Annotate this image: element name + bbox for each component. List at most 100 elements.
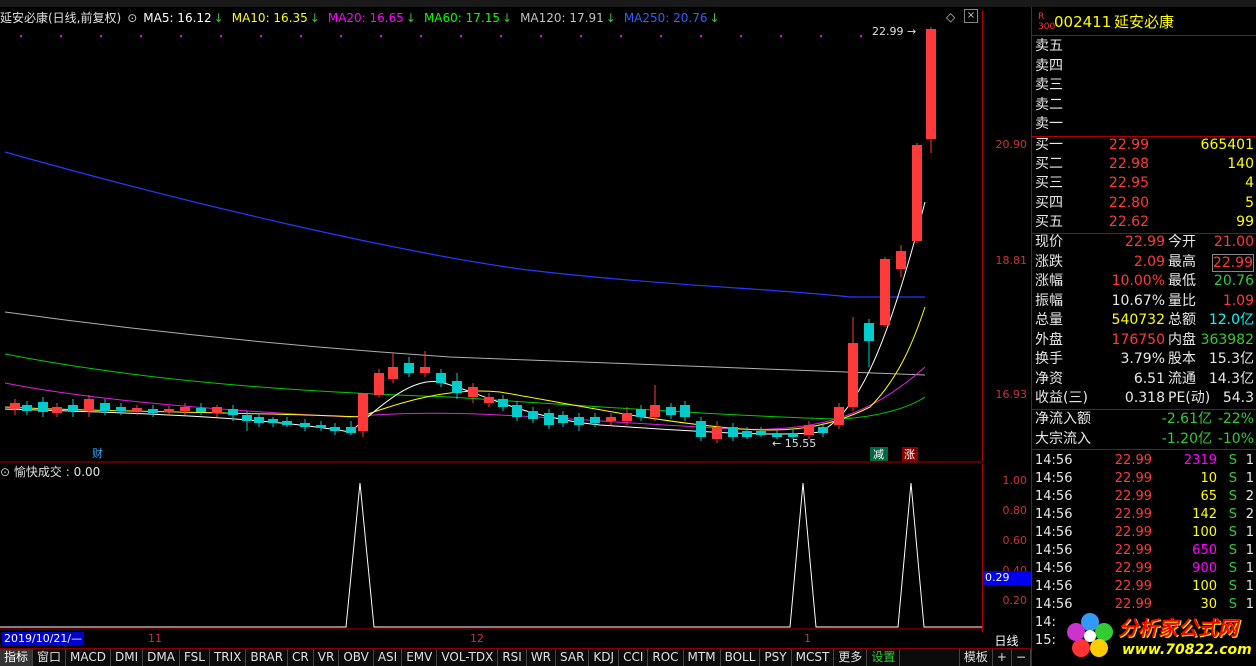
buy-level-row[interactable]: 买五 22.62 99 <box>1032 213 1256 232</box>
candle-body[interactable] <box>804 425 814 435</box>
candle-body[interactable] <box>358 393 368 431</box>
tab-item[interactable]: 指标 <box>0 649 34 666</box>
candle-body[interactable] <box>880 259 890 325</box>
tab-item[interactable]: 更多 <box>834 649 868 666</box>
settings-circle-icon[interactable]: ⊙ <box>0 465 10 479</box>
tab-item[interactable]: PSY <box>760 649 792 666</box>
candle-body[interactable] <box>404 363 414 373</box>
sell-level-row[interactable]: 卖五 <box>1032 37 1256 56</box>
candle-body[interactable] <box>544 413 554 425</box>
candle-body[interactable] <box>756 431 766 435</box>
reduce-marker[interactable]: 减 <box>873 448 884 461</box>
tab-item[interactable]: 窗口 <box>33 649 67 666</box>
tab-item[interactable]: ROC <box>648 649 684 666</box>
candle-body[interactable] <box>680 405 690 417</box>
candle-body[interactable] <box>10 403 20 409</box>
candle-body[interactable] <box>650 405 660 417</box>
diamond-icon[interactable]: ◇ <box>946 10 955 24</box>
candle-body[interactable] <box>346 427 356 433</box>
candle-body[interactable] <box>926 29 936 139</box>
tab-item[interactable]: VR <box>314 649 340 666</box>
tab-item[interactable]: 设置 <box>867 649 901 666</box>
tab-item[interactable]: DMA <box>143 649 180 666</box>
tab-item[interactable]: RSI <box>498 649 527 666</box>
sell-level-row[interactable]: 卖二 <box>1032 96 1256 115</box>
candle-body[interactable] <box>452 381 462 393</box>
tab-item[interactable]: BOLL <box>721 649 761 666</box>
chart-area[interactable]: 22.99 → ← 15.55 财 减 涨 <box>0 7 1031 652</box>
candle-body[interactable] <box>116 407 126 411</box>
tab-item[interactable]: CR <box>288 649 314 666</box>
candle-body[interactable] <box>180 407 190 411</box>
tab-item[interactable]: EMV <box>402 649 438 666</box>
candle-body[interactable] <box>420 367 430 373</box>
candle-body[interactable] <box>498 399 508 407</box>
sell-level-row[interactable]: 卖三 <box>1032 76 1256 95</box>
candle-body[interactable] <box>196 408 206 412</box>
candle-body[interactable] <box>818 427 828 433</box>
candle-body[interactable] <box>912 145 922 241</box>
candle-body[interactable] <box>742 431 752 437</box>
buy-level-row[interactable]: 买四 22.80 5 <box>1032 194 1256 213</box>
candle-body[interactable] <box>484 397 494 403</box>
candle-body[interactable] <box>52 407 62 413</box>
candle-body[interactable] <box>512 405 522 417</box>
candle-body[interactable] <box>254 417 264 423</box>
tab-item[interactable]: ASI <box>374 649 403 666</box>
candle-body[interactable] <box>896 251 906 269</box>
tab-item[interactable]: MACD <box>66 649 112 666</box>
finance-marker[interactable]: 财 <box>92 446 103 460</box>
candle-body[interactable] <box>374 373 384 395</box>
buy-level-row[interactable]: 买二 22.98 140 <box>1032 155 1256 174</box>
candle-body[interactable] <box>268 419 278 423</box>
rise-marker[interactable]: 涨 <box>904 448 915 461</box>
candle-body[interactable] <box>666 407 676 415</box>
buy-level-row[interactable]: 买三 22.95 4 <box>1032 174 1256 193</box>
tab-item[interactable]: WR <box>527 649 557 666</box>
close-icon[interactable]: × <box>964 9 978 23</box>
settings-circle-icon[interactable]: ⊙ <box>127 11 137 25</box>
candle-body[interactable] <box>132 408 142 412</box>
tab-item[interactable]: DMI <box>111 649 144 666</box>
candle-body[interactable] <box>316 425 326 428</box>
candle-body[interactable] <box>84 399 94 411</box>
tab-item[interactable]: KDJ <box>589 649 620 666</box>
template-button[interactable]: 模板 <box>958 649 993 666</box>
candle-body[interactable] <box>330 427 340 431</box>
candle-body[interactable] <box>68 405 78 411</box>
candle-body[interactable] <box>606 417 616 421</box>
candle-body[interactable] <box>300 423 310 427</box>
tab-item[interactable]: MCST <box>792 649 835 666</box>
candle-body[interactable] <box>388 367 398 379</box>
candle-body[interactable] <box>164 409 174 412</box>
candle-body[interactable] <box>558 415 568 423</box>
candle-body[interactable] <box>38 402 48 412</box>
candle-body[interactable] <box>228 409 238 415</box>
kline-canvas[interactable]: 22.99 → ← 15.55 财 减 涨 <box>0 7 982 632</box>
candle-body[interactable] <box>282 421 292 425</box>
candle-body[interactable] <box>436 373 446 383</box>
candle-body[interactable] <box>242 415 252 421</box>
tab-item[interactable]: VOL-TDX <box>437 649 499 666</box>
candle-body[interactable] <box>148 409 158 413</box>
buy-level-row[interactable]: 买一 22.99 665401 <box>1032 136 1256 155</box>
candle-body[interactable] <box>696 421 706 437</box>
candle-body[interactable] <box>728 427 738 437</box>
candle-body[interactable] <box>834 407 844 425</box>
zoom-in-button[interactable]: + <box>993 649 1012 666</box>
period-label[interactable]: 日线 <box>982 632 1031 648</box>
candle-body[interactable] <box>100 403 110 411</box>
sell-level-row[interactable]: 卖四 <box>1032 57 1256 76</box>
tab-item[interactable]: MTM <box>684 649 721 666</box>
tab-item[interactable]: BRAR <box>246 649 289 666</box>
candle-body[interactable] <box>468 387 478 397</box>
tab-item[interactable]: CCI <box>619 649 649 666</box>
tab-item[interactable]: FSL <box>180 649 210 666</box>
candle-body[interactable] <box>528 411 538 419</box>
candle-body[interactable] <box>712 427 722 439</box>
candle-body[interactable] <box>864 323 874 341</box>
candle-body[interactable] <box>848 343 858 407</box>
candle-body[interactable] <box>22 405 32 411</box>
candle-body[interactable] <box>590 417 600 423</box>
sell-level-row[interactable]: 卖一 <box>1032 115 1256 134</box>
